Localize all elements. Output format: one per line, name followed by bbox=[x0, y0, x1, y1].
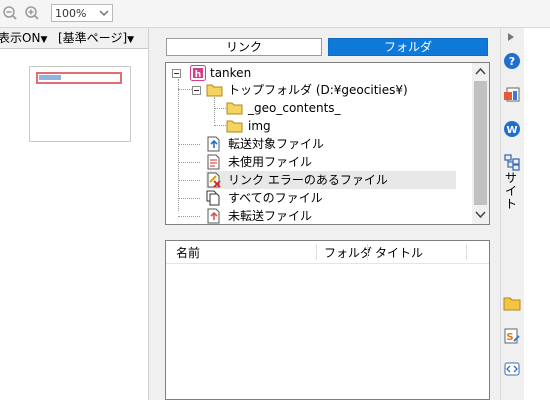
zoom-out-icon[interactable] bbox=[2, 5, 18, 21]
base-page-label: [基準ページ] bbox=[58, 31, 128, 45]
tree-connector bbox=[178, 180, 200, 181]
tree-node-unused[interactable]: 未使用ファイル bbox=[206, 153, 456, 171]
tree-node-label: 未使用ファイル bbox=[228, 155, 313, 169]
tree-node-all-files[interactable]: すべてのファイル bbox=[206, 189, 456, 207]
chevron-down-icon bbox=[99, 10, 109, 16]
scrollbar-thumb[interactable] bbox=[474, 81, 487, 205]
folder-icon bbox=[226, 120, 243, 133]
tree-node-label: img bbox=[248, 119, 271, 133]
tree-node-transfer-target[interactable]: 転送対象ファイル bbox=[206, 135, 456, 153]
tree-node-top-folder[interactable]: トップフォルダ (D:¥geocities¥) bbox=[192, 81, 482, 99]
site-tree-icon[interactable] bbox=[503, 153, 521, 171]
tab-link[interactable]: リンク bbox=[166, 38, 322, 56]
tree-node-untransferred[interactable]: 未転送ファイル bbox=[206, 207, 456, 224]
tree-node-link-error[interactable]: リンク エラーのあるファイル bbox=[206, 171, 456, 189]
column-header-title[interactable]: タイトル bbox=[375, 244, 423, 261]
tree-scrollbar[interactable] bbox=[472, 63, 489, 224]
folder-icon bbox=[226, 102, 243, 115]
column-header-folder[interactable]: フォルダ bbox=[324, 244, 372, 261]
folder-tree[interactable]: h tanken トップフォルダ (D:¥geocities¥) _geo_co… bbox=[165, 62, 490, 225]
tab-folder[interactable]: フォルダ bbox=[328, 38, 488, 56]
tree-node-label: すべてのファイル bbox=[228, 191, 323, 205]
scroll-up-icon[interactable] bbox=[475, 67, 486, 75]
dropdown-arrow-icon: ▼ bbox=[40, 35, 48, 45]
site-tab-label[interactable]: サイト bbox=[503, 172, 519, 211]
help-icon[interactable]: ? bbox=[503, 52, 521, 70]
svg-text:S: S bbox=[506, 332, 513, 343]
tree-node-label: tanken bbox=[210, 66, 252, 80]
tree-node-label: 未転送ファイル bbox=[228, 209, 313, 223]
zoom-in-icon[interactable] bbox=[24, 5, 40, 21]
zoom-value: 100% bbox=[55, 7, 87, 20]
folder-open-icon bbox=[206, 84, 223, 97]
column-separator[interactable] bbox=[466, 244, 467, 260]
svg-text:?: ? bbox=[509, 55, 515, 68]
tree-connector bbox=[178, 216, 200, 217]
window-edge bbox=[524, 28, 550, 400]
page-import-icon[interactable] bbox=[503, 86, 521, 104]
column-separator[interactable] bbox=[367, 244, 368, 260]
scroll-down-icon[interactable] bbox=[475, 211, 486, 219]
tree-connector bbox=[178, 198, 200, 199]
base-page-dropdown[interactable]: [基準ページ]▼ bbox=[58, 30, 134, 46]
tree-connector bbox=[178, 162, 200, 163]
all-files-icon bbox=[206, 190, 220, 206]
column-separator[interactable] bbox=[316, 244, 317, 260]
collapse-icon[interactable] bbox=[192, 86, 201, 95]
unused-file-icon bbox=[207, 154, 220, 170]
source-code-icon[interactable] bbox=[503, 360, 521, 378]
display-toggle-label: 表示ON bbox=[0, 31, 41, 45]
dropdown-arrow-icon: ▼ bbox=[127, 35, 135, 45]
tree-node-root[interactable]: h tanken bbox=[172, 64, 462, 82]
column-header-name[interactable]: 名前 bbox=[176, 244, 200, 261]
tree-connector bbox=[214, 108, 226, 109]
untransferred-file-icon bbox=[207, 208, 220, 224]
expand-arrow-icon[interactable] bbox=[506, 32, 516, 42]
svg-text:h: h bbox=[195, 70, 201, 80]
style-edit-icon[interactable]: S bbox=[503, 327, 521, 345]
site-root-icon: h bbox=[190, 65, 206, 81]
tree-node-label: トップフォルダ (D:¥geocities¥) bbox=[228, 83, 408, 97]
link-error-file-icon bbox=[207, 172, 221, 188]
transfer-file-icon bbox=[207, 136, 220, 152]
collapse-icon[interactable] bbox=[172, 69, 181, 78]
tree-connector bbox=[178, 144, 200, 145]
tree-connector bbox=[214, 125, 226, 126]
tree-node-label: リンク エラーのあるファイル bbox=[228, 173, 388, 187]
thumbnail-element bbox=[39, 75, 61, 80]
tree-node-label: _geo_contents_ bbox=[248, 101, 341, 115]
folder-panel-icon[interactable] bbox=[503, 294, 521, 312]
zoom-select[interactable]: 100% bbox=[51, 4, 113, 22]
display-toggle-dropdown[interactable]: 表示ON▼ bbox=[0, 30, 47, 46]
tree-node-folder[interactable]: _geo_contents_ bbox=[226, 99, 426, 117]
tree-connector bbox=[214, 97, 215, 123]
svg-text:W: W bbox=[506, 125, 517, 136]
tree-node-label: 転送対象ファイル bbox=[228, 137, 325, 151]
tree-node-folder[interactable]: img bbox=[226, 117, 426, 135]
web-icon[interactable]: W bbox=[503, 120, 521, 138]
file-list[interactable]: 名前 フォルダ タイトル bbox=[165, 240, 490, 400]
file-list-header: 名前 フォルダ タイトル bbox=[166, 241, 489, 264]
tree-connector bbox=[178, 79, 179, 211]
